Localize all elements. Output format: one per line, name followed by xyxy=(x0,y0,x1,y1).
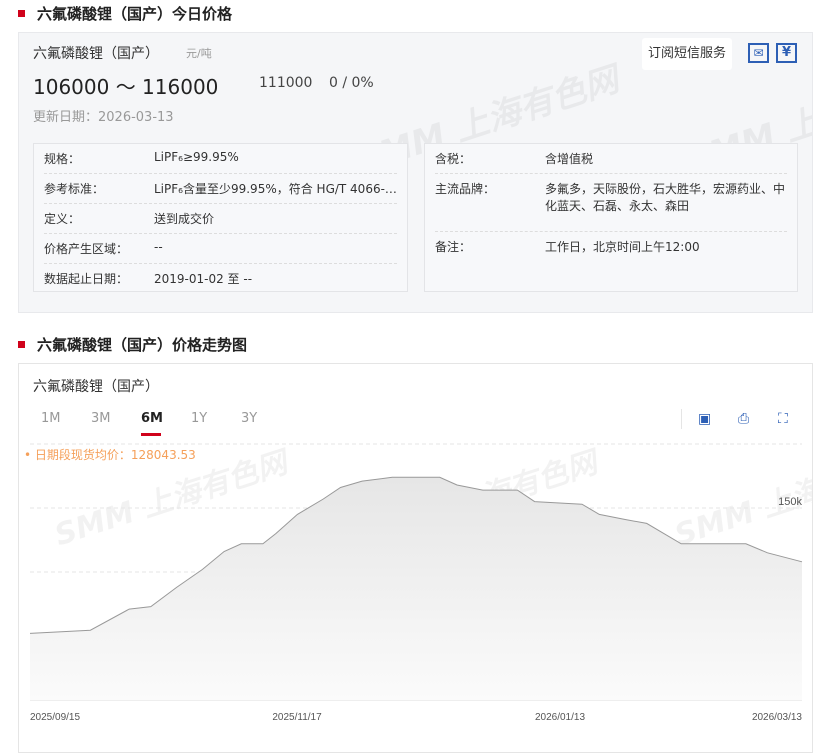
row-key: 规格： xyxy=(44,152,81,166)
mail-icon[interactable]: ✉ xyxy=(748,43,769,63)
spec-table-left: 规格： LiPF₆≥99.95% 参考标准： LiPF₆含量至少99.95%，符合 … xyxy=(33,143,408,292)
row-value: 2019-01-02 至 -- xyxy=(154,272,253,286)
table-row: 定义： 送到成交价 xyxy=(44,204,397,234)
price-card: SMM 上海有色网 SMM 上海有色网 六氟磷酸锂（国产） 元/吨 106000… xyxy=(18,32,813,313)
subscribe-sms-button[interactable]: 订阅短信服务 xyxy=(642,38,733,70)
table-row: 含税： 含增值税 xyxy=(435,144,787,174)
row-key: 备注： xyxy=(435,240,472,254)
row-value: LiPF₆≥99.95% xyxy=(154,150,239,164)
update-date: 更新日期：2026-03-13 xyxy=(33,110,174,125)
row-key: 含税： xyxy=(435,152,472,166)
row-value: 送到成交价 xyxy=(154,212,215,226)
table-row: 价格产生区域： -- xyxy=(44,234,397,264)
row-value: 多氟多，天际股份，石大胜华，宏源药业、中化蓝天、石磊、永太、森田 xyxy=(545,182,786,213)
unit: 元/吨 xyxy=(186,47,212,60)
row-key: 参考标准： xyxy=(44,182,105,196)
x-tick-label: 2026/03/13 xyxy=(752,712,802,723)
row-key: 定义： xyxy=(44,212,81,226)
row-key: 主流品牌： xyxy=(435,182,496,196)
table-row: 数据起止日期： 2019-01-02 至 -- xyxy=(44,264,397,293)
row-value: -- xyxy=(154,240,163,254)
price-range: 106000 ～ 116000 xyxy=(33,75,219,99)
average-price: 111000 xyxy=(259,75,313,91)
section-title-today-price: 六氟磷酸锂（国产）今日价格 xyxy=(18,3,232,24)
table-row: 备注： 工作日，北京时间上午12:00 xyxy=(435,232,787,261)
table-row: 主流品牌： 多氟多，天际股份，石大胜华，宏源药业、中化蓝天、石磊、永太、森田 xyxy=(435,174,787,232)
y-tick-label: 150k xyxy=(778,496,802,508)
table-row: 规格： LiPF₆≥99.95% xyxy=(44,144,397,174)
x-tick-label: 2026/01/13 xyxy=(535,712,585,723)
product-name: 六氟磷酸锂（国产） xyxy=(33,46,159,62)
x-tick-label: 2025/09/15 xyxy=(30,712,80,723)
series-area xyxy=(30,477,802,700)
x-tick-label: 2025/11/17 xyxy=(272,712,322,723)
row-value: LiPF₆含量至少99.95%，符合 HG/T 4066-2... xyxy=(154,182,397,196)
red-square-icon xyxy=(18,341,25,348)
price-trend-chart: 050k100k150k2025/09/152025/11/172026/01/… xyxy=(29,443,802,723)
yuan-icon[interactable]: ¥ xyxy=(776,43,797,63)
row-key: 价格产生区域： xyxy=(44,242,129,256)
spec-table-right: 含税： 含增值税 主流品牌： 多氟多，天际股份，石大胜华，宏源药业、中化蓝天、石磊、… xyxy=(424,143,798,292)
price-change: 0 / 0% xyxy=(329,75,374,91)
red-square-icon xyxy=(18,10,25,17)
chart-card: 六氟磷酸锂（国产） 1M 3M 6M 1Y 3Y ▣ ⎙ ⛶ SMM 上海有色网… xyxy=(18,363,813,753)
section-title-trend: 六氟磷酸锂（国产）价格走势图 xyxy=(18,334,247,355)
row-value: 含增值税 xyxy=(545,152,594,166)
row-value: 工作日，北京时间上午12:00 xyxy=(545,240,700,254)
row-key: 数据起止日期： xyxy=(44,272,129,286)
table-row: 参考标准： LiPF₆含量至少99.95%，符合 HG/T 4066-2... xyxy=(44,174,397,204)
average-price-note: • 日期段现货均价：128043.53 xyxy=(24,448,196,462)
